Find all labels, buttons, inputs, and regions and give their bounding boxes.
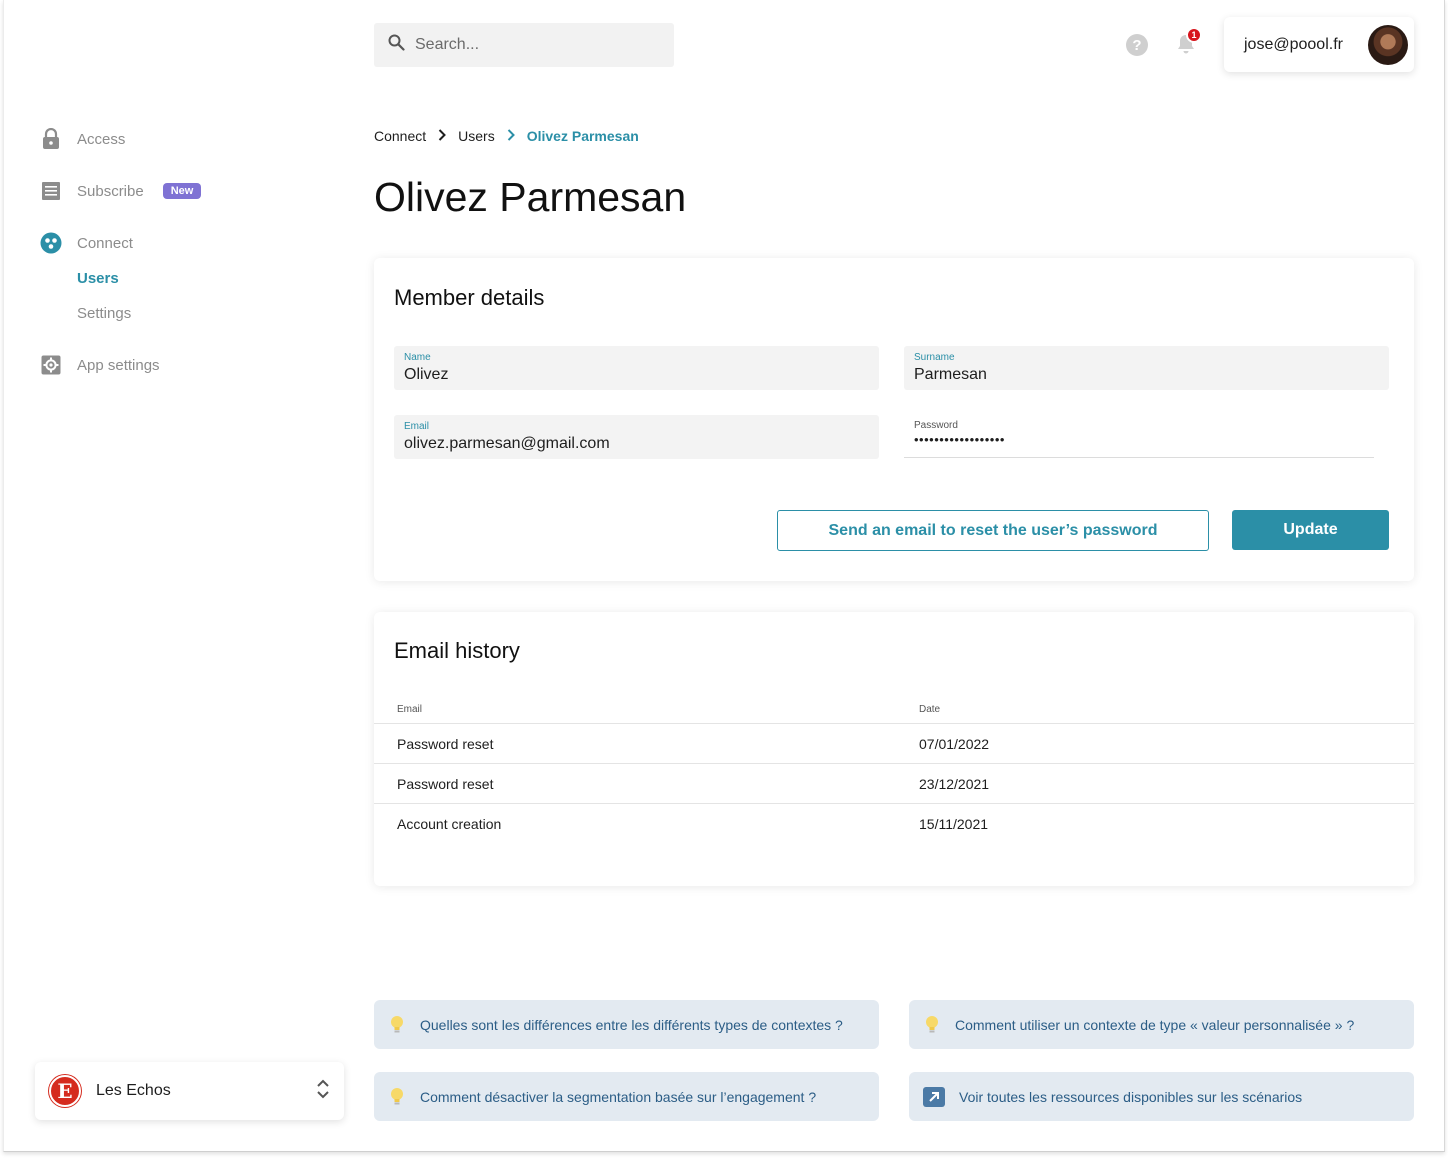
search-icon <box>388 34 405 56</box>
member-details-card: Member details Name Olivez Surname Parme… <box>374 258 1414 581</box>
column-header-email: Email <box>397 704 423 715</box>
password-field[interactable]: Password •••••••••••••••••• <box>904 414 1374 458</box>
breadcrumb-current: Olivez Parmesan <box>526 128 639 144</box>
resource-link[interactable]: Quelles sont les différences entre les d… <box>374 1000 879 1049</box>
receipt-icon <box>40 180 62 202</box>
name-field[interactable]: Name Olivez <box>394 346 879 390</box>
users-circle-icon <box>40 232 62 254</box>
table-row: Password reset 07/01/2022 <box>374 724 1414 764</box>
les-echos-logo: E <box>49 1075 81 1107</box>
sidebar-item-connect[interactable]: Connect <box>40 232 133 254</box>
external-link-icon <box>923 1086 945 1107</box>
field-value: Parmesan <box>914 366 987 383</box>
email-history-card: Email history Email Date Password reset … <box>374 612 1414 886</box>
column-header-date: Date <box>919 704 941 715</box>
field-label: Password <box>914 420 958 431</box>
notification-count-badge: 1 <box>1186 27 1202 43</box>
settings-box-icon <box>40 354 62 376</box>
breadcrumb: Connect Users Olivez Parmesan <box>374 128 639 144</box>
sidebar-item-access[interactable]: Access <box>40 128 125 150</box>
sidebar-subitem-settings[interactable]: Settings <box>77 305 131 322</box>
help-icon[interactable]: ? <box>1126 34 1148 56</box>
sidebar-item-subscribe[interactable]: Subscribe New <box>40 180 202 202</box>
sidebar-subitem-users[interactable]: Users <box>77 270 119 287</box>
table-row: Password reset 23/12/2021 <box>374 764 1414 804</box>
organization-switcher[interactable]: E Les Echos <box>35 1062 344 1120</box>
resource-text: Voir toutes les ressources disponibles s… <box>959 1088 1303 1105</box>
search-bar[interactable] <box>374 23 674 67</box>
table-header: Email Date <box>374 696 1414 724</box>
cell-email: Password reset <box>397 775 494 792</box>
cell-email: Account creation <box>397 816 502 832</box>
user-menu[interactable]: jose@poool.fr <box>1224 17 1414 72</box>
email-field[interactable]: Email olivez.parmesan@gmail.com <box>394 415 879 459</box>
sidebar-item-label: App settings <box>77 356 160 374</box>
sidebar-item-app-settings[interactable]: App settings <box>40 354 160 376</box>
resource-text: Comment désactiver la segmentation basée… <box>420 1088 817 1105</box>
chevron-right-icon <box>507 128 515 144</box>
search-input[interactable] <box>415 36 655 54</box>
field-value: Olivez <box>404 366 449 383</box>
resource-link[interactable]: Comment désactiver la segmentation basée… <box>374 1072 879 1121</box>
resource-text: Quelles sont les différences entre les d… <box>420 1016 843 1033</box>
page-title: Olivez Parmesan <box>374 174 687 220</box>
lightbulb-icon <box>388 1014 406 1036</box>
resource-link-all[interactable]: Voir toutes les ressources disponibles s… <box>909 1072 1414 1121</box>
card-title: Member details <box>394 285 545 310</box>
resource-text: Comment utiliser un contexte de type « v… <box>955 1016 1355 1033</box>
breadcrumb-users[interactable]: Users <box>458 128 495 144</box>
resource-link[interactable]: Comment utiliser un contexte de type « v… <box>909 1000 1414 1049</box>
card-title: Email history <box>394 638 520 663</box>
organization-name: Les Echos <box>96 1082 171 1099</box>
field-value: olivez.parmesan@gmail.com <box>404 435 610 452</box>
sidebar-item-label: Subscribe <box>77 182 144 200</box>
email-history-table: Email Date Password reset 07/01/2022 Pas… <box>374 696 1414 844</box>
chevron-up-down-icon <box>316 1078 330 1105</box>
sidebar-item-label: Connect <box>77 234 133 252</box>
field-value: •••••••••••••••••• <box>914 432 1005 447</box>
field-label: Name <box>404 352 431 363</box>
table-row: Account creation 15/11/2021 <box>374 804 1414 844</box>
sidebar-item-label: Access <box>77 130 126 148</box>
update-button[interactable]: Update <box>1232 510 1389 550</box>
cell-date: 07/01/2022 <box>919 735 990 752</box>
reset-password-button[interactable]: Send an email to reset the user’s passwo… <box>777 510 1209 551</box>
cell-email: Password reset <box>397 735 494 752</box>
cell-date: 23/12/2021 <box>919 775 990 792</box>
field-label: Email <box>404 421 430 432</box>
field-label: Surname <box>914 352 955 363</box>
avatar <box>1368 24 1408 65</box>
lightbulb-icon <box>923 1014 941 1036</box>
user-email: jose@poool.fr <box>1244 35 1343 53</box>
surname-field[interactable]: Surname Parmesan <box>904 346 1389 390</box>
cell-date: 15/11/2021 <box>919 816 989 832</box>
lock-icon <box>40 128 62 150</box>
lightbulb-icon <box>388 1086 406 1108</box>
new-badge: New <box>162 183 202 199</box>
chevron-right-icon <box>438 128 447 144</box>
breadcrumb-connect[interactable]: Connect <box>374 128 426 144</box>
